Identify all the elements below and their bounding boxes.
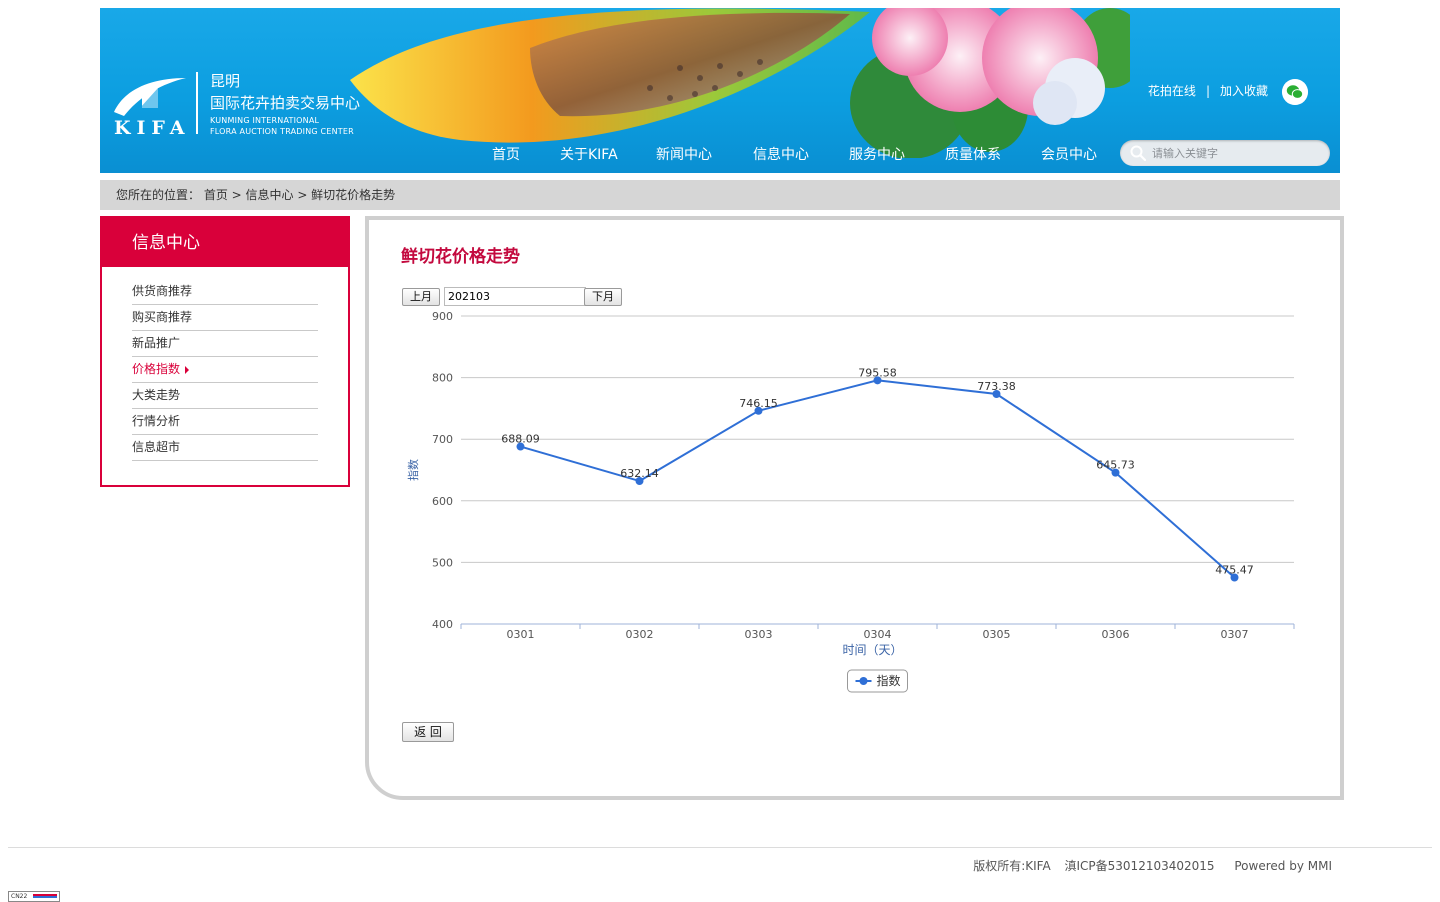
x-tick-label: 0307 [1221, 628, 1249, 641]
footer-powered[interactable]: Powered by MMI [1234, 859, 1332, 873]
x-tick-label: 0305 [983, 628, 1011, 641]
content-panel: 鲜切花价格走势 上月 下月 400 500 600 700 800 900 0301 0302… [365, 216, 1344, 800]
month-input[interactable] [444, 287, 586, 306]
data-label: 475.47 [1215, 564, 1254, 577]
logo-chinese-line1: 昆明 [210, 72, 241, 90]
nav-service-center[interactable]: 服务中心 [849, 144, 905, 164]
x-axis-title: 时间（天） [842, 643, 902, 657]
sidebar-item-label: 信息超市 [132, 440, 181, 454]
x-tick-label: 0306 [1102, 628, 1130, 641]
sidebar-item-buyer-recommend[interactable]: 购买商推荐 [132, 305, 318, 331]
footer: 版权所有:KIFA 滇ICP备53012103402015 Powered by… [973, 857, 1332, 874]
data-label: 688.09 [501, 433, 540, 446]
link-flower-auction-online[interactable]: 花拍在线 [1148, 84, 1196, 98]
sidebar-menu: 供货商推荐 购买商推荐 新品推广 价格指数 大类走势 行情分析 信息超市 [132, 279, 318, 461]
cnzz-stripe-icon [33, 894, 57, 898]
data-label: 795.58 [858, 366, 897, 379]
sidebar-item-label: 行情分析 [132, 414, 181, 428]
nav-news-center[interactable]: 新闻中心 [656, 144, 712, 164]
sidebar: 信息中心 供货商推荐 购买商推荐 新品推广 价格指数 大类走势 行情分析 信息超… [100, 216, 350, 487]
caret-right-icon [185, 365, 190, 374]
page-title: 鲜切花价格走势 [401, 247, 520, 267]
cnzz-badge[interactable]: CN22 [8, 891, 60, 902]
data-label: 632.14 [620, 467, 659, 480]
banner-image [350, 8, 1130, 158]
sidebar-item-new-products[interactable]: 新品推广 [132, 331, 318, 357]
wechat-icon[interactable] [1282, 79, 1308, 105]
search-box [1120, 140, 1330, 166]
data-label: 773.38 [977, 380, 1016, 393]
price-index-chart: 400 500 600 700 800 900 0301 0302 0303 0304 0305 03… [406, 310, 1295, 693]
data-label: 746.15 [739, 397, 778, 410]
sidebar-item-label: 购买商推荐 [132, 310, 193, 324]
logo-english-line1: KUNMING INTERNATIONAL [210, 116, 320, 125]
y-axis-title: 指数 [406, 459, 420, 481]
nav-info-center[interactable]: 信息中心 [753, 144, 809, 164]
sidebar-item-category-trend[interactable]: 大类走势 [132, 383, 318, 409]
y-tick-label: 400 [432, 618, 453, 631]
sidebar-item-label: 价格指数 [132, 362, 181, 376]
search-input[interactable] [1152, 144, 1322, 162]
nav-quality-system[interactable]: 质量体系 [945, 144, 1001, 164]
y-tick-label: 600 [432, 495, 453, 508]
nav-member-center[interactable]: 会员中心 [1041, 144, 1097, 164]
link-separator: | [1205, 84, 1210, 98]
page-wrapper: KIFA 昆明 国际花卉拍卖交易中心 KUNMING INTERNATIONAL… [100, 8, 1344, 800]
nav-home[interactable]: 首页 [492, 144, 520, 164]
logo-chinese-line2: 国际花卉拍卖交易中心 [210, 94, 361, 112]
x-tick-label: 0302 [626, 628, 654, 641]
sidebar-item-supplier-recommend[interactable]: 供货商推荐 [132, 279, 318, 305]
footer-icp[interactable]: 滇ICP备53012103402015 [1065, 859, 1215, 873]
search-icon[interactable] [1130, 145, 1146, 161]
legend-marker-icon [859, 677, 868, 685]
site-header: KIFA 昆明 国际花卉拍卖交易中心 KUNMING INTERNATIONAL… [100, 8, 1340, 173]
y-tick-label: 700 [432, 433, 453, 446]
footer-copyright: 版权所有:KIFA [973, 859, 1051, 873]
data-label: 645.73 [1096, 459, 1135, 472]
logo-english-line2: FLORA AUCTION TRADING CENTER [210, 127, 354, 136]
y-tick-label: 900 [432, 310, 453, 323]
sidebar-item-market-analysis[interactable]: 行情分析 [132, 409, 318, 435]
sidebar-item-label: 供货商推荐 [132, 284, 193, 298]
breadcrumb-text: 您所在的位置： 首页 > 信息中心 > 鲜切花价格走势 [116, 188, 396, 202]
logo-divider [196, 72, 198, 134]
sidebar-item-label: 大类走势 [132, 388, 181, 402]
breadcrumb: 您所在的位置： 首页 > 信息中心 > 鲜切花价格走势 [100, 180, 1340, 210]
sidebar-item-info-market[interactable]: 信息超市 [132, 435, 318, 461]
sidebar-title: 信息中心 [102, 218, 348, 267]
sidebar-item-price-index[interactable]: 价格指数 [132, 357, 318, 383]
prev-month-button[interactable]: 上月 [402, 288, 440, 306]
sidebar-item-label: 新品推广 [132, 336, 181, 350]
y-tick-label: 800 [432, 372, 453, 385]
x-tick-label: 0303 [745, 628, 773, 641]
logo-wordmark: KIFA [114, 117, 191, 139]
link-add-favorite[interactable]: 加入收藏 [1220, 84, 1268, 98]
legend-label: 指数 [877, 673, 901, 688]
back-button[interactable]: 返 回 [402, 722, 454, 742]
next-month-button[interactable]: 下月 [584, 288, 622, 306]
cnzz-badge-text: CN22 [11, 893, 28, 900]
y-tick-label: 500 [432, 556, 453, 569]
top-links: 花拍在线 | 加入收藏 [1148, 82, 1268, 99]
nav-about-kifa[interactable]: 关于KIFA [560, 144, 618, 164]
x-tick-label: 0301 [507, 628, 535, 641]
x-tick-label: 0304 [864, 628, 892, 641]
footer-divider [8, 847, 1432, 848]
